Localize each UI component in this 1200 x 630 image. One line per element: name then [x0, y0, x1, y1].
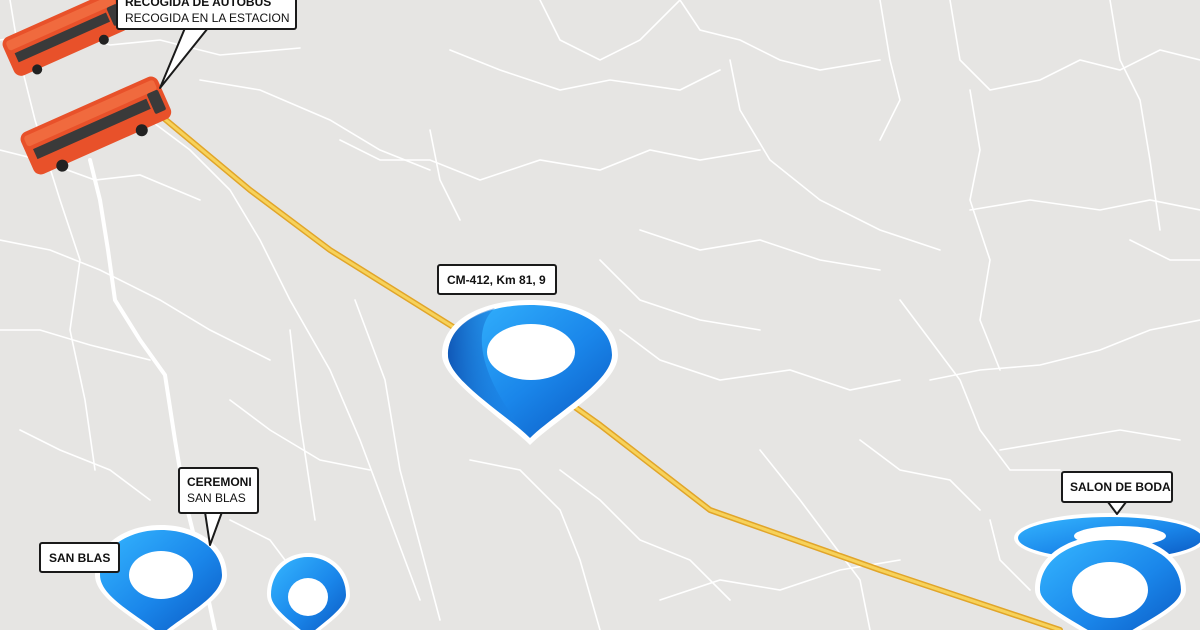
bus-icon[interactable]: [0, 0, 133, 83]
callout-title: RECOGIDA DE AUTOBUS: [125, 0, 272, 9]
callout-title: CM-412, Km 81, 9: [447, 273, 546, 287]
callout-title: SAN BLAS: [49, 551, 111, 565]
location-pin-icon[interactable]: [95, 525, 227, 630]
callout-ceremony[interactable]: CEREMONI SAN BLAS: [178, 467, 259, 514]
bus-icon[interactable]: [18, 74, 176, 183]
location-pin-icon[interactable]: [442, 300, 618, 445]
location-pin-icon[interactable]: [267, 553, 350, 630]
callout-subtitle: SAN BLAS: [187, 491, 246, 505]
map-canvas[interactable]: [0, 0, 1200, 630]
callout-title: SALON DE BODA: [1070, 480, 1171, 494]
callout-san-blas[interactable]: SAN BLAS: [39, 542, 120, 573]
callout-subtitle: RECOGIDA EN LA ESTACION: [125, 11, 290, 25]
callout-waypoint[interactable]: CM-412, Km 81, 9: [437, 264, 557, 295]
callout-venue[interactable]: SALON DE BODA: [1061, 471, 1173, 503]
callout-title: CEREMONI: [187, 475, 252, 489]
callout-tails: [159, 27, 1127, 546]
callout-bus-stop[interactable]: RECOGIDA DE AUTOBUS RECOGIDA EN LA ESTAC…: [116, 0, 297, 30]
